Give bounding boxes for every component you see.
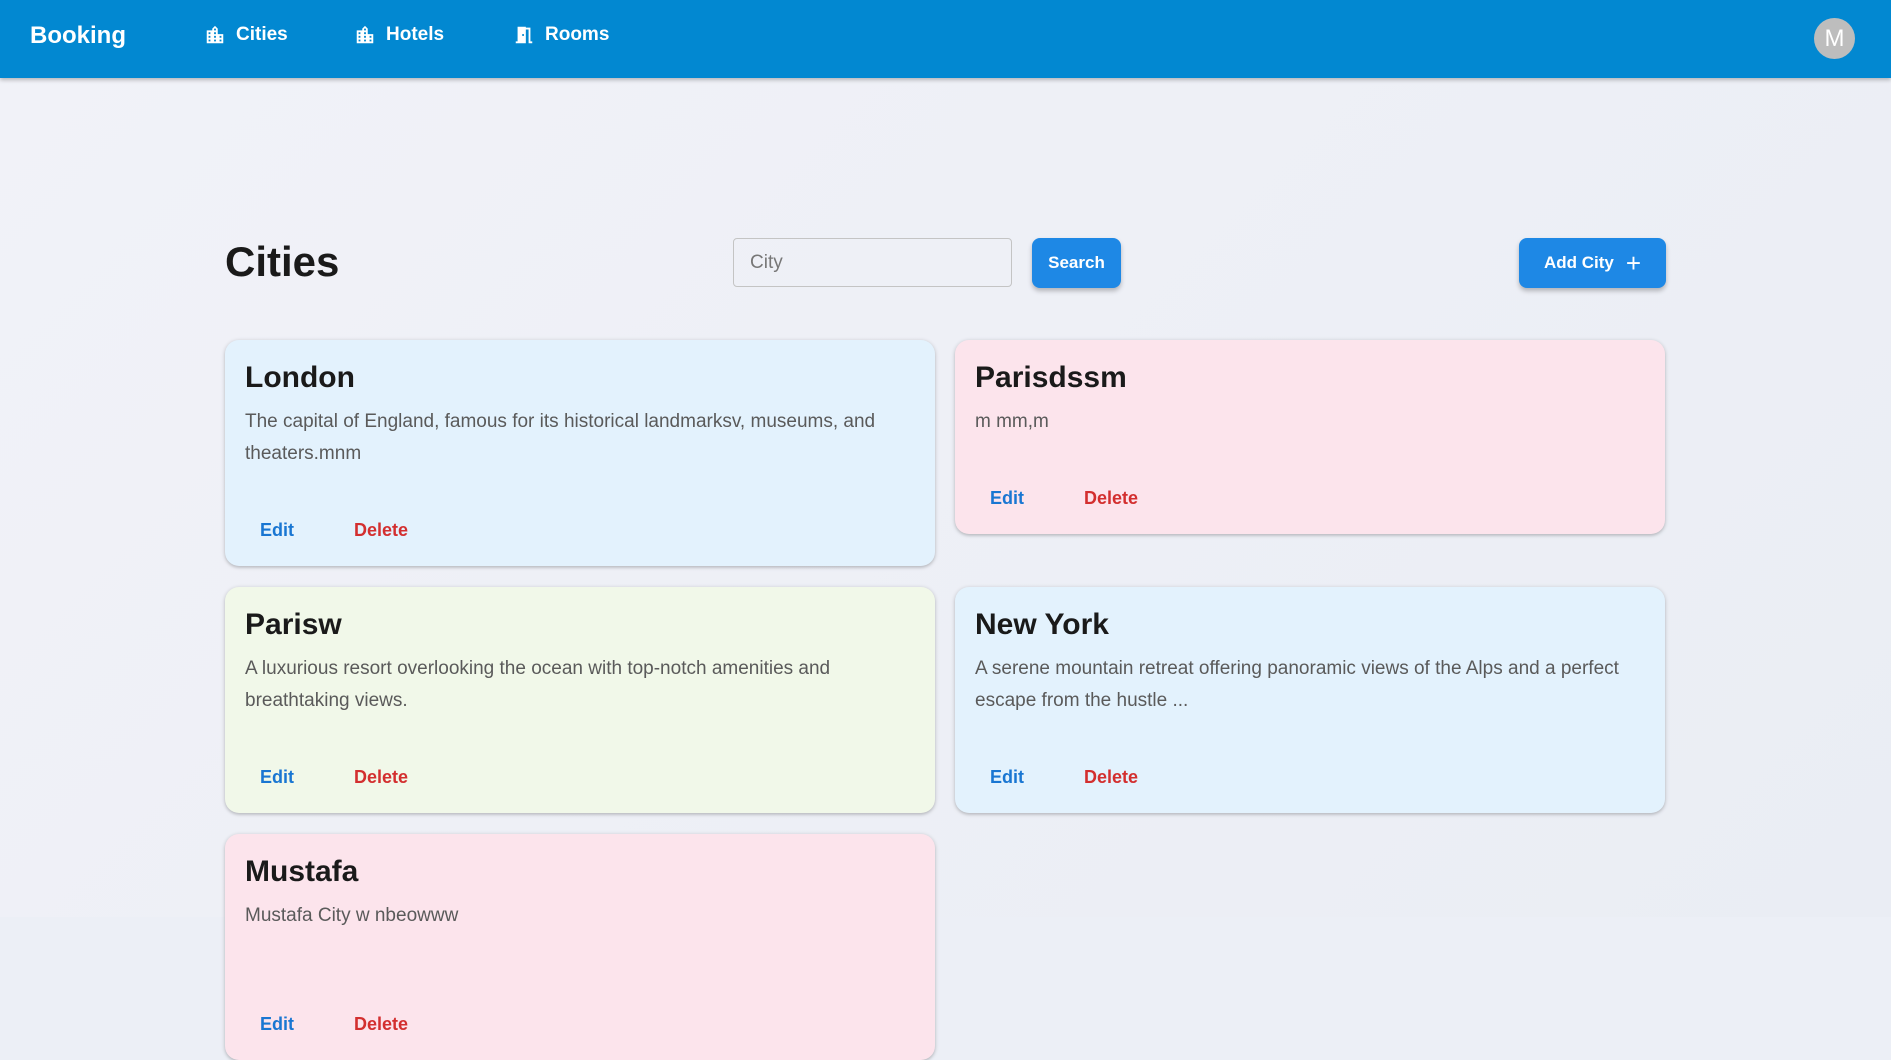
card-actions: Edit Delete [975,765,1153,789]
add-city-button[interactable]: Add City + [1519,238,1666,288]
city-card: London The capital of England, famous fo… [225,340,935,566]
city-description: The capital of England, famous for its h… [245,411,876,464]
city-description: Mustafa City w nbeowww [245,905,459,926]
edit-button[interactable]: Edit [975,765,1039,789]
nav-rooms[interactable]: Rooms [513,24,609,46]
edit-button[interactable]: Edit [245,518,309,542]
edit-button[interactable]: Edit [245,1012,309,1036]
city-description: A luxurious resort overlooking the ocean… [245,658,831,711]
edit-button[interactable]: Edit [245,765,309,789]
user-avatar[interactable]: M [1814,18,1855,59]
city-card: Parisw A luxurious resort overlooking th… [225,587,935,813]
card-actions: Edit Delete [245,765,423,789]
city-card: New York A serene mountain retreat offer… [955,587,1665,813]
city-name: New York [975,608,1109,641]
city-description: m mm,m [975,411,1049,432]
city-name: Parisw [245,608,342,641]
city-name: London [245,361,355,394]
card-actions: Edit Delete [245,518,423,542]
card-actions: Edit Delete [245,1012,423,1036]
nav-label: Cities [236,24,288,45]
city-name: Parisdssm [975,361,1127,394]
city-card: Parisdssm m mm,m Edit Delete [955,340,1665,534]
delete-button[interactable]: Delete [1069,765,1153,789]
delete-button[interactable]: Delete [339,518,423,542]
plus-icon: + [1625,248,1642,278]
city-name: Mustafa [245,855,359,888]
card-actions: Edit Delete [975,486,1153,510]
main-content: Cities Search Add City + London The capi… [0,78,1891,1060]
add-city-label: Add City [1543,253,1614,272]
city-search-input[interactable] [733,238,1012,287]
delete-button[interactable]: Delete [339,1012,423,1036]
delete-button[interactable]: Delete [1069,486,1153,510]
nav-label: Rooms [545,24,610,45]
delete-button[interactable]: Delete [339,765,423,789]
brand-title[interactable]: Booking [30,22,126,50]
search-button[interactable]: Search [1032,238,1121,288]
door-icon [513,24,535,46]
nav-label: Hotels [386,24,445,45]
hotel-icon [354,24,376,46]
edit-button[interactable]: Edit [975,486,1039,510]
city-description: A serene mountain retreat offering panor… [975,658,1619,711]
nav-hotels[interactable]: Hotels [354,24,444,46]
nav-cities[interactable]: Cities [204,24,288,46]
city-icon [204,24,226,46]
page-title: Cities [225,238,340,285]
city-card: Mustafa Mustafa City w nbeowww Edit Dele… [225,834,935,1060]
app-bar: Booking Cities Hotels Rooms M [0,0,1891,78]
